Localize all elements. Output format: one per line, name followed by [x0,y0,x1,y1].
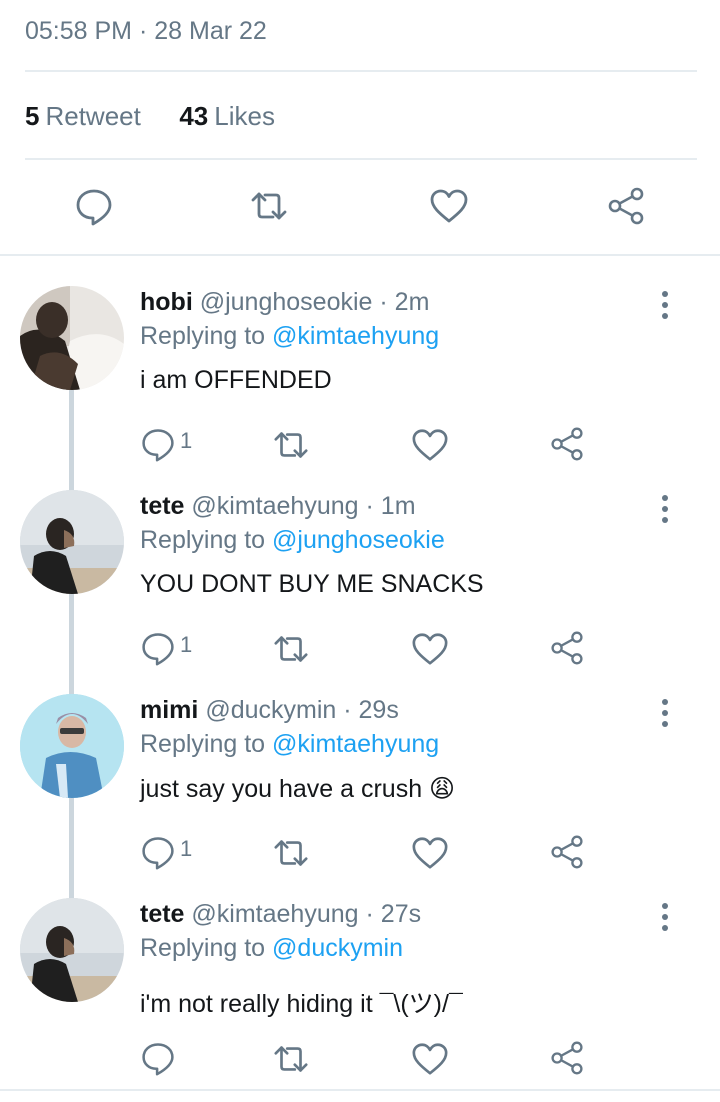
mention-link[interactable]: @duckymin [272,934,403,962]
tweet-date: 28 Mar 22 [154,17,267,45]
replying-to: Replying to @junghoseokie [140,526,445,555]
avatar[interactable] [20,490,124,594]
engagement-counts: 5 Retweet 43 Likes [25,101,275,132]
like-icon[interactable] [411,630,449,668]
avatar[interactable] [20,898,124,1002]
more-options-icon[interactable] [655,494,675,524]
reply-text: YOU DONT BUY ME SNACKS [140,570,484,598]
share-icon[interactable] [606,186,646,226]
like-icon[interactable] [411,834,449,872]
reply-text: i'm not really hiding it ¯\(ツ)/¯ [140,990,463,1018]
replying-to: Replying to @duckymin [140,934,403,963]
likes-label: Likes [214,101,275,131]
reply-header: tete @kimtaehyung · 27s [140,900,421,929]
display-name[interactable]: tete [140,492,184,520]
reply-time: 29s [358,696,399,724]
reply-tweet[interactable]: mimi @duckymin · 29s Replying to @kimtae… [0,694,720,898]
replying-to-label: Replying to [140,730,266,758]
display-name[interactable]: hobi [140,288,193,316]
share-icon[interactable] [549,426,585,462]
display-name[interactable]: mimi [140,696,198,724]
separator: · [365,492,374,520]
divider [0,254,720,256]
divider [0,1089,720,1091]
replying-to-label: Replying to [140,526,266,554]
retweet-icon[interactable] [272,1040,310,1078]
reply-icon[interactable] [140,426,176,462]
replying-to-label: Replying to [140,934,266,962]
reply-time: 27s [380,900,422,928]
more-options-icon[interactable] [655,902,675,932]
reply-icon[interactable] [140,834,176,870]
reply-time: 2m [394,288,430,316]
separator: · [365,900,374,928]
reply-icon[interactable] [74,186,114,226]
reply-header: mimi @duckymin · 29s [140,696,399,725]
replying-to-label: Replying to [140,322,266,350]
share-icon[interactable] [549,1040,585,1076]
reply-header: tete @kimtaehyung · 1m [140,492,416,521]
divider [25,158,697,160]
display-name[interactable]: tete [140,900,184,928]
likes-stat[interactable]: 43 Likes [179,101,275,131]
username[interactable]: @kimtaehyung [191,492,358,520]
reply-icon[interactable] [140,630,176,666]
retweet-icon[interactable] [272,630,310,668]
retweet-label: Retweet [45,101,141,131]
tweet-timestamp: 05:58 PM · 28 Mar 22 [25,17,267,46]
like-icon[interactable] [411,426,449,464]
separator: · [379,288,388,316]
reply-count: 1 [180,836,193,861]
like-icon[interactable] [429,186,469,226]
divider [25,70,697,72]
share-icon[interactable] [549,834,585,870]
mention-link[interactable]: @junghoseokie [272,526,445,554]
avatar[interactable] [20,694,124,798]
replying-to: Replying to @kimtaehyung [140,730,439,759]
more-options-icon[interactable] [655,290,675,320]
reply-time: 1m [380,492,416,520]
like-icon[interactable] [411,1040,449,1078]
separator: · [343,696,352,724]
retweet-icon[interactable] [249,186,289,226]
reply-header: hobi @junghoseokie · 2m [140,288,429,317]
username[interactable]: @junghoseokie [200,288,373,316]
retweet-stat[interactable]: 5 Retweet [25,101,148,131]
mention-link[interactable]: @kimtaehyung [272,322,439,350]
reply-text: i am OFFENDED [140,366,332,394]
username[interactable]: @kimtaehyung [191,900,358,928]
timestamp-separator: · [138,17,148,45]
share-icon[interactable] [549,630,585,666]
username[interactable]: @duckymin [205,696,336,724]
retweet-icon[interactable] [272,834,310,872]
reply-icon[interactable] [140,1040,176,1076]
tweet-time: 05:58 PM [25,17,133,45]
reply-tweet[interactable]: tete @kimtaehyung · 1m Replying to @jung… [0,490,720,694]
more-options-icon[interactable] [655,698,675,728]
reply-count: 1 [180,632,193,657]
likes-count: 43 [179,101,209,131]
avatar[interactable] [20,286,124,390]
retweet-icon[interactable] [272,426,310,464]
reply-tweet[interactable]: hobi @junghoseokie · 2m Replying to @kim… [0,286,720,490]
reply-tweet[interactable]: tete @kimtaehyung · 27s Replying to @duc… [0,898,720,1102]
reply-count: 1 [180,428,193,453]
reply-text: just say you have a crush 😩 [140,775,456,803]
retweet-count: 5 [25,101,40,131]
mention-link[interactable]: @kimtaehyung [272,730,439,758]
replying-to: Replying to @kimtaehyung [140,322,439,351]
